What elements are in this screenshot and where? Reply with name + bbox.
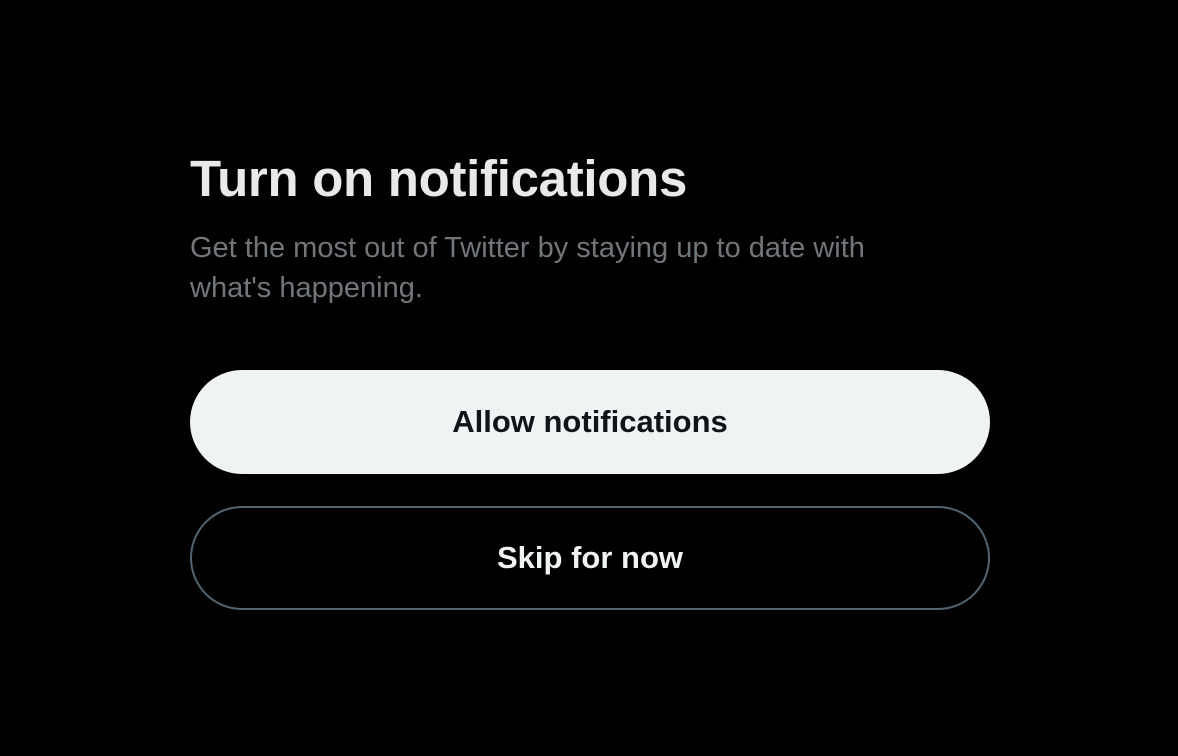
allow-notifications-button[interactable]: Allow notifications [190, 370, 990, 474]
notifications-prompt: Turn on notifications Get the most out o… [190, 150, 990, 308]
notifications-prompt-page: Turn on notifications Get the most out o… [0, 0, 1178, 756]
skip-for-now-button[interactable]: Skip for now [190, 506, 990, 610]
page-description: Get the most out of Twitter by staying u… [190, 232, 865, 304]
page-title: Turn on notifications [190, 150, 688, 207]
